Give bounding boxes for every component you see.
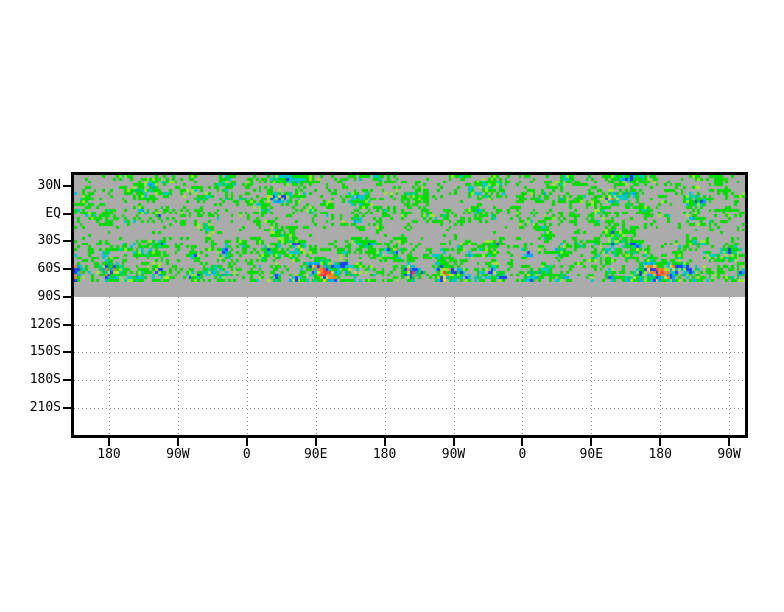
x-tick <box>521 438 524 446</box>
vertical-gridline <box>315 297 317 435</box>
y-tick-label: 60S <box>37 261 61 277</box>
x-tick-label: 180 <box>97 447 121 462</box>
vertical-gridline <box>177 297 179 435</box>
x-tick <box>245 438 248 446</box>
x-tick <box>452 438 455 446</box>
y-tick-label: 120S <box>29 316 61 332</box>
x-tick-label: 0 <box>242 447 251 462</box>
vertical-gridline <box>109 297 110 435</box>
x-tick <box>108 438 110 446</box>
x-tick <box>590 438 593 446</box>
x-tick-label: 90E <box>579 447 604 462</box>
y-tick-label: 90S <box>37 288 61 304</box>
y-tick-label: 30N <box>37 178 61 193</box>
x-tick <box>728 438 731 446</box>
y-tick <box>63 240 71 243</box>
vertical-gridline <box>591 297 593 435</box>
x-tick <box>176 438 179 446</box>
horizontal-gridline <box>74 379 745 381</box>
vertical-gridline <box>453 297 455 435</box>
y-tick-label: 30S <box>37 233 61 249</box>
vertical-gridline <box>246 297 248 435</box>
y-tick <box>63 351 71 354</box>
y-tick <box>63 378 71 381</box>
y-tick-label: EQ <box>45 205 61 221</box>
y-tick-label: 180S <box>29 371 61 387</box>
plot-frame <box>71 172 748 438</box>
x-tick-label: 0 <box>518 447 527 462</box>
x-tick-label: 90E <box>303 447 328 462</box>
horizontal-gridline <box>74 407 745 409</box>
x-tick-label: 90W <box>166 447 190 462</box>
x-tick <box>383 438 386 446</box>
vertical-gridline <box>660 297 662 435</box>
y-tick-label: 150S <box>29 344 61 360</box>
y-tick <box>63 212 71 215</box>
vertical-gridline <box>384 297 386 435</box>
x-tick-label: 90W <box>441 447 466 462</box>
chart-page: 30N EQ 30S 60S 90S 120S 150S 180S 210S 180 90W 0 90… <box>0 0 784 612</box>
horizontal-gridline <box>74 324 745 326</box>
y-tick <box>63 323 71 326</box>
x-tick-label: 180 <box>372 447 397 462</box>
y-tick-label: 210S <box>29 399 61 415</box>
vertical-gridline <box>729 297 731 435</box>
x-tick-label: 180 <box>648 447 672 462</box>
y-tick <box>63 406 71 409</box>
heatmap-field-canvas <box>74 175 745 282</box>
vertical-gridline <box>522 297 524 435</box>
x-tick-label: 90W <box>717 447 741 462</box>
horizontal-gridline <box>74 352 745 354</box>
y-tick <box>63 185 71 187</box>
y-tick <box>63 268 71 271</box>
x-tick <box>659 438 662 446</box>
x-tick <box>314 438 317 446</box>
y-tick <box>63 295 71 298</box>
